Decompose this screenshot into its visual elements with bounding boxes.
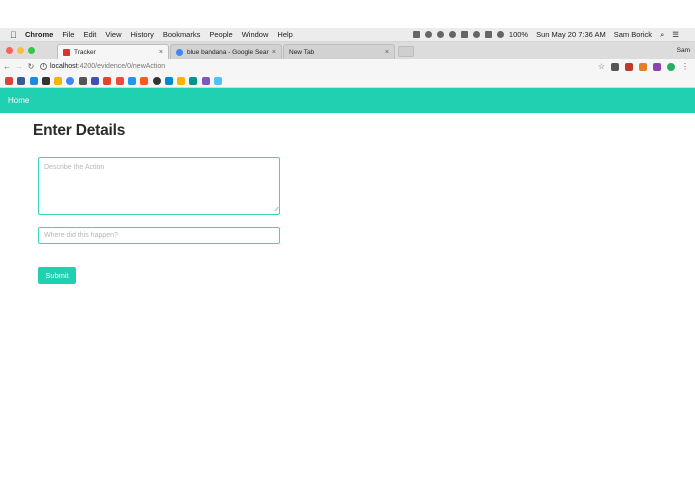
reload-icon[interactable]: ↻ [26,62,36,71]
tab-title: Tracker [74,48,96,56]
battery-percent[interactable]: 100% [509,30,528,39]
status-icon[interactable] [460,31,468,38]
profile-name[interactable]: Sam [677,47,690,54]
location-input[interactable]: Where did this happen? [38,227,280,244]
bookmark-icon[interactable] [115,76,124,85]
minimize-window-icon[interactable] [17,47,24,54]
bookmark-icon[interactable] [54,76,63,85]
address-bar[interactable]: i localhost:4200/evidence/0/newAction [40,61,598,72]
bookmark-icon[interactable] [164,76,173,85]
bookmark-icon[interactable] [127,76,136,85]
extension-icon[interactable] [611,62,619,71]
tab-tracker[interactable]: Tracker × [57,44,169,59]
page-title: Enter Details [33,122,126,139]
back-icon[interactable]: ← [2,62,12,71]
info-icon[interactable]: i [40,63,47,70]
menu-view[interactable]: View [105,30,121,39]
action-description-textarea[interactable]: Describe the Action ∕∕ [38,157,280,215]
gitlab-bookmark-icon[interactable] [103,76,112,85]
bookmark-icon[interactable] [140,76,149,85]
status-icon[interactable] [436,31,444,38]
bookmark-icon[interactable] [152,76,161,85]
close-window-icon[interactable] [6,47,13,54]
toolbar-right: ☆ ⋮ [598,62,689,71]
menu-help[interactable]: Help [277,30,292,39]
spotlight-icon[interactable]: ⌕ [660,30,664,40]
google-bookmark-icon[interactable] [66,76,75,85]
window-controls [0,42,39,59]
tab-new-tab[interactable]: New Tab × [283,44,395,59]
resize-handle-icon[interactable]: ∕∕ [276,207,278,213]
extension-icon[interactable] [625,62,633,71]
bookmark-star-icon[interactable]: ☆ [598,62,605,71]
forward-icon[interactable]: → [14,62,24,71]
bookmark-icon[interactable] [91,76,100,85]
bookmark-icon[interactable] [189,76,198,85]
tab-strip: Tracker × blue bandana - Google Search ×… [0,42,695,59]
wifi-icon[interactable] [472,31,480,38]
submit-button[interactable]: Submit [38,267,76,284]
menu-edit[interactable]: Edit [83,30,96,39]
angular-favicon-icon [63,48,70,56]
bookmark-icon[interactable] [29,76,38,85]
toolbar: ← → ↻ i localhost:4200/evidence/0/newAct… [0,59,695,74]
status-icon[interactable] [448,31,456,38]
extension-icon[interactable] [653,62,661,71]
bookmark-icon[interactable] [201,76,210,85]
notification-center-icon[interactable]: ☰ [672,30,679,39]
close-tab-icon[interactable]: × [159,49,163,56]
volume-icon[interactable] [496,31,504,38]
chrome-menu-icon[interactable]: ⋮ [681,62,689,71]
google-favicon-icon [176,48,183,56]
extension-icon[interactable] [667,62,675,71]
menu-app-name[interactable]: Chrome [25,30,53,39]
action-placeholder: Describe the Action [44,164,105,171]
bookmark-icon[interactable] [214,76,223,85]
new-tab-button[interactable] [398,46,414,57]
bookmark-icon[interactable] [17,76,26,85]
maximize-window-icon[interactable] [28,47,35,54]
menu-file[interactable]: File [62,30,74,39]
menu-people[interactable]: People [209,30,232,39]
macos-menubar:  Chrome File Edit View History Bookmark… [0,28,695,42]
status-icon[interactable] [412,31,420,38]
tab-title: New Tab [289,48,315,56]
nav-home-link[interactable]: Home [8,96,29,105]
apple-menu-icon[interactable]:  [10,28,18,42]
menu-window[interactable]: Window [242,30,269,39]
close-tab-icon[interactable]: × [385,49,389,56]
gmail-bookmark-icon[interactable] [5,76,13,85]
clock[interactable]: Sun May 20 7:36 AM [536,30,606,39]
app-navbar: Home [0,88,695,113]
location-placeholder: Where did this happen? [44,232,118,239]
apple-bookmark-icon[interactable] [78,76,87,85]
extension-icon[interactable] [639,62,647,71]
status-area: 100% Sun May 20 7:36 AM Sam Borick ⌕ ☰ [412,30,687,40]
airplay-icon[interactable] [484,31,492,38]
menu-bookmarks[interactable]: Bookmarks [163,30,201,39]
status-icon[interactable] [424,31,432,38]
close-tab-icon[interactable]: × [272,49,276,56]
url-host: localhost [50,63,78,70]
bookmark-icon[interactable] [177,76,186,85]
url-path: :4200/evidence/0/newAction [77,63,166,70]
bookmarks-bar [0,74,695,88]
tab-title: blue bandana - Google Search [187,48,269,56]
menu-history[interactable]: History [131,30,154,39]
tab-google-search[interactable]: blue bandana - Google Search × [170,44,282,59]
menubar-user[interactable]: Sam Borick [614,30,652,39]
github-bookmark-icon[interactable] [41,76,50,85]
